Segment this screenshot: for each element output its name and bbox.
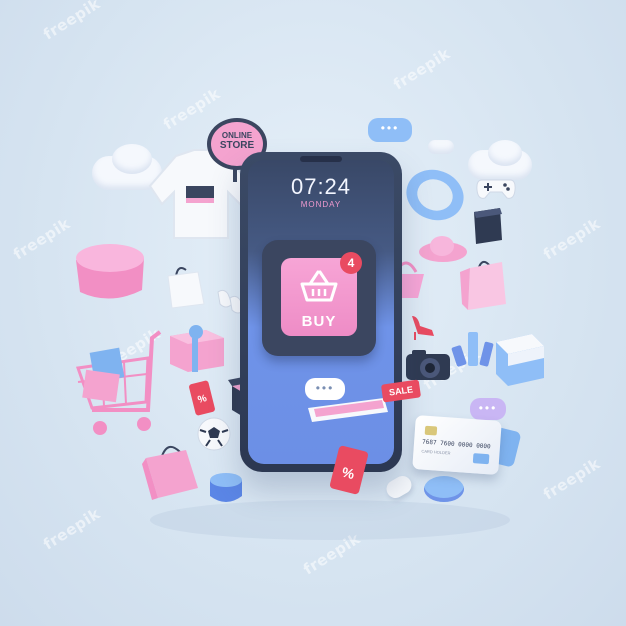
package-box-icon: [496, 334, 544, 386]
notification-badge: 4: [340, 252, 362, 274]
basket-icon: [300, 270, 338, 302]
clock-day: MONDAY: [300, 200, 342, 209]
ring-icon: [399, 161, 471, 229]
gift-box-icon: [474, 208, 502, 244]
watermark: freepik: [40, 0, 104, 44]
camera-icon: [406, 350, 450, 380]
card-logo-icon: [472, 453, 490, 465]
sign-stand: [233, 168, 237, 182]
phone-notch: [300, 156, 342, 162]
watermark: freepik: [540, 214, 604, 264]
floor-shadow: [150, 500, 510, 540]
shopping-bag-icon: [460, 260, 506, 310]
watermark: freepik: [390, 44, 454, 94]
hat-box-icon: [76, 244, 144, 299]
sale-tag: SALE: [380, 379, 422, 403]
cloud-icon: [488, 140, 522, 166]
watermark: freepik: [10, 214, 74, 264]
store-sign-line2: STORE: [219, 140, 255, 151]
shopping-bag-icon: [142, 445, 198, 500]
keyboard-icon: [308, 398, 388, 422]
chat-bubble-icon: •••: [470, 398, 506, 420]
compact-powder-icon: [424, 476, 464, 502]
cosmetic-jar-icon: [210, 473, 242, 502]
card-holder: CARD HOLDER: [421, 448, 451, 456]
high-heel-icon: [412, 316, 434, 340]
discount-tag-icon: %: [188, 380, 216, 416]
watermark: freepik: [40, 504, 104, 554]
gamepad-icon: [476, 179, 516, 199]
chat-bubble-icon: •••: [368, 118, 412, 142]
card-chip-icon: [424, 425, 438, 436]
store-sign-line1: ONLINE: [221, 131, 253, 140]
buy-label: BUY: [301, 313, 337, 330]
shopping-bag-icon: [167, 267, 205, 309]
cosmetics-icon: [451, 332, 494, 367]
watermark: freepik: [540, 454, 604, 504]
cloud-icon: [428, 140, 454, 154]
credit-card: 7687 7600 0000 0000 CARD HOLDER: [412, 415, 502, 475]
lipstick-icon: [383, 472, 415, 502]
cloud-icon: [112, 144, 152, 174]
clock-time: 07:24: [290, 174, 352, 199]
shopping-cart-icon: [75, 330, 162, 435]
chat-bubble-icon: •••: [305, 378, 345, 400]
